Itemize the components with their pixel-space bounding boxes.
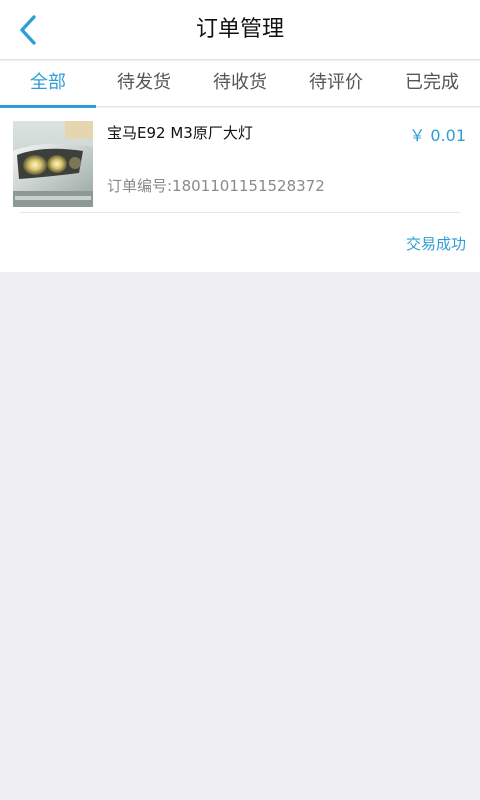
order-number: 订单编号:1801101151528372 (107, 177, 325, 195)
tab-all[interactable]: 全部 (0, 61, 96, 108)
tab-pending-receipt[interactable]: 待收货 (192, 61, 288, 107)
divider (20, 212, 460, 213)
order-price: ￥ 0.01 (409, 126, 466, 145)
product-name: 宝马E92 M3原厂大灯 (107, 124, 253, 142)
product-thumbnail[interactable] (13, 121, 93, 207)
tab-completed[interactable]: 已完成 (384, 61, 480, 107)
order-filter-tabs: 全部 待发货 待收货 待评价 已完成 (0, 61, 480, 108)
page-title: 订单管理 (195, 17, 284, 42)
app-header: 订单管理 (0, 0, 480, 60)
order-card[interactable]: 宝马E92 M3原厂大灯 ￥ 0.01 订单编号:180110115152837… (0, 108, 480, 272)
order-status: 交易成功 (405, 235, 466, 253)
tab-pending-review[interactable]: 待评价 (288, 61, 384, 107)
tab-pending-shipment[interactable]: 待发货 (96, 61, 192, 107)
